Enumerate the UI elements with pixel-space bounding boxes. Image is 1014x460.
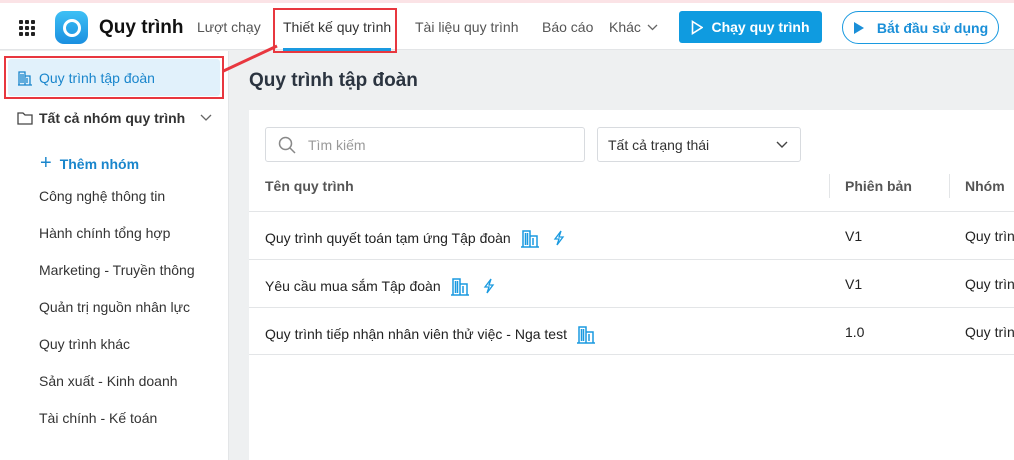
lightning-icon bbox=[483, 278, 494, 294]
building-icon bbox=[520, 230, 539, 248]
folder-icon bbox=[17, 112, 33, 125]
column-divider bbox=[829, 174, 830, 198]
search-icon bbox=[278, 136, 296, 154]
run-process-button[interactable]: Chạy quy trình bbox=[679, 11, 822, 43]
nav-reports[interactable]: Báo cáo bbox=[542, 19, 593, 35]
sidebar-item[interactable]: Quy trình khác bbox=[39, 336, 130, 352]
table-row[interactable]: Quy trình tiếp nhận nhân viên thử việc -… bbox=[249, 307, 1014, 355]
process-name[interactable]: Quy trình quyết toán tạm ứng Tập đoàn bbox=[265, 230, 511, 246]
sidebar-group-label: Tất cả nhóm quy trình bbox=[39, 110, 186, 126]
process-group: Quy trìn bbox=[965, 324, 1014, 340]
status-filter-value: Tất cả trạng thái bbox=[608, 136, 710, 153]
column-header-version[interactable]: Phiên bản bbox=[845, 178, 912, 194]
chevron-down-icon bbox=[200, 114, 212, 121]
sidebar-item[interactable]: Công nghệ thông tin bbox=[39, 188, 165, 204]
chevron-down-icon bbox=[647, 24, 658, 30]
process-version: V1 bbox=[845, 228, 863, 244]
add-group-button[interactable]: + Thêm nhóm bbox=[40, 152, 139, 175]
column-header-group[interactable]: Nhóm bbox=[965, 178, 1005, 194]
search-placeholder: Tìm kiếm bbox=[308, 136, 366, 153]
process-group: Quy trìn bbox=[965, 228, 1014, 244]
get-started-label: Bắt đầu sử dụng bbox=[876, 19, 989, 36]
highlight-box-design-tab bbox=[273, 8, 397, 53]
app-title: Quy trình bbox=[99, 17, 184, 38]
process-name[interactable]: Quy trình tiếp nhận nhân viên thử việc -… bbox=[265, 326, 567, 342]
nav-more-label: Khác bbox=[609, 19, 641, 35]
building-icon bbox=[576, 326, 595, 344]
process-group: Quy trìn bbox=[965, 276, 1014, 292]
process-version: V1 bbox=[845, 276, 863, 292]
building-icon bbox=[450, 278, 469, 296]
lightning-icon bbox=[553, 230, 565, 246]
nav-more[interactable]: Khác bbox=[609, 19, 658, 35]
add-group-label: Thêm nhóm bbox=[59, 155, 140, 172]
sidebar-all-groups[interactable]: Tất cả nhóm quy trình bbox=[17, 110, 212, 126]
run-process-label: Chạy quy trình bbox=[711, 19, 810, 35]
plus-icon: + bbox=[40, 152, 52, 174]
play-icon bbox=[853, 21, 864, 34]
process-name[interactable]: Yêu cầu mua sắm Tập đoàn bbox=[265, 278, 441, 294]
chevron-down-icon bbox=[776, 141, 788, 148]
process-table-card: Tìm kiếm Tất cả trạng thái Tên quy trình… bbox=[249, 110, 1014, 460]
sidebar-item[interactable]: Marketing - Truyền thông bbox=[39, 262, 195, 278]
page-title: Quy trình tập đoàn bbox=[249, 70, 418, 91]
apps-grid-icon[interactable] bbox=[19, 20, 35, 36]
column-divider bbox=[949, 174, 950, 198]
table-row[interactable]: Yêu cầu mua sắm Tập đoàn V1 Quy trìn bbox=[249, 259, 1014, 307]
status-filter-select[interactable]: Tất cả trạng thái bbox=[597, 127, 801, 162]
column-header-name[interactable]: Tên quy trình bbox=[265, 178, 354, 194]
process-version: 1.0 bbox=[845, 324, 865, 340]
highlight-box-sidebar-item bbox=[4, 56, 224, 99]
sidebar-item[interactable]: Tài chính - Kế toán bbox=[39, 410, 157, 426]
sidebar-item[interactable]: Hành chính tổng hợp bbox=[39, 225, 170, 241]
play-outline-icon bbox=[692, 19, 704, 35]
sidebar: Quy trình tập đoàn Tất cả nhóm quy trình… bbox=[0, 51, 229, 460]
get-started-button[interactable]: Bắt đầu sử dụng bbox=[842, 11, 999, 44]
sidebar-item[interactable]: Quản trị nguồn nhân lực bbox=[39, 299, 190, 315]
table-row[interactable]: Quy trình quyết toán tạm ứng Tập đoàn V1… bbox=[249, 211, 1014, 259]
sidebar-item[interactable]: Sản xuất - Kinh doanh bbox=[39, 373, 178, 389]
nav-runs[interactable]: Lượt chạy bbox=[197, 19, 261, 35]
app-logo-icon bbox=[55, 11, 88, 44]
nav-documents[interactable]: Tài liệu quy trình bbox=[415, 19, 519, 35]
search-input[interactable]: Tìm kiếm bbox=[265, 127, 585, 162]
top-bar: Quy trình Lượt chạy Thiết kế quy trình T… bbox=[0, 3, 1014, 51]
